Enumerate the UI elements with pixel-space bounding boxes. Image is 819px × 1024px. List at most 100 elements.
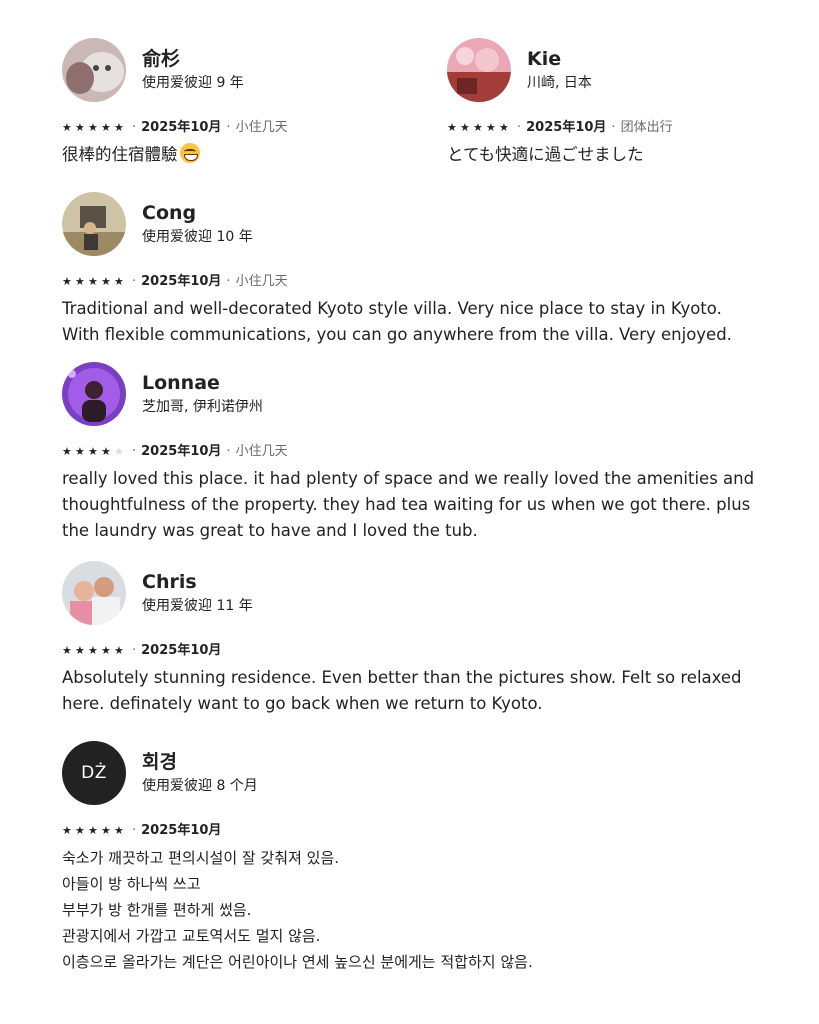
star-rating: ★ ★ ★ ★ ★	[62, 825, 127, 837]
separator: ·	[132, 274, 137, 289]
separator: ·	[517, 120, 522, 135]
review-line: 이층으로 올라가는 계단은 어린아이나 연세 높으신 분에게는 적합하지 않음.	[62, 953, 533, 971]
review-text: Traditional and well-decorated Kyoto sty…	[62, 296, 802, 348]
review-text: Absolutely stunning residence. Even bett…	[62, 665, 802, 717]
review-meta: ★ ★ ★ ★ ★ · 2025年10月	[62, 642, 802, 660]
separator: ·	[226, 120, 231, 135]
star-rating: ★ ★ ★ ★ ★	[62, 446, 127, 458]
review-meta: ★ ★ ★ ★ ★ · 2025年10月	[62, 822, 802, 840]
star-icon: ★	[75, 824, 85, 837]
avatar[interactable]	[447, 38, 511, 102]
review-line: thoughtfulness of the property. they had…	[62, 495, 751, 514]
separator: ·	[611, 120, 616, 135]
grinning-emoji-icon	[179, 143, 200, 163]
star-icon: ★	[62, 824, 72, 837]
review-date: 2025年10月	[141, 120, 222, 135]
star-rating: ★ ★ ★ ★ ★	[62, 122, 127, 134]
star-icon: ★	[88, 824, 98, 837]
star-icon: ★	[114, 824, 124, 837]
review-line: 관광지에서 가깝고 교토역서도 멀지 않음.	[62, 927, 321, 945]
star-icon: ★	[62, 644, 72, 657]
reviewer-subtitle: 芝加哥, 伊利诺伊州	[142, 399, 263, 415]
star-icon: ★	[447, 121, 457, 134]
review-date: 2025年10月	[141, 444, 222, 459]
reviewer-subtitle: 使用爱彼迎 11 年	[142, 598, 253, 614]
stay-type: 小住几天	[235, 120, 288, 135]
reviewer-subtitle: 使用爱彼迎 10 年	[142, 229, 253, 245]
separator: ·	[132, 444, 137, 459]
stay-type: 团体出行	[620, 120, 673, 135]
review-line: 부부가 방 한개를 편하게 썼음.	[62, 901, 252, 919]
review-date: 2025年10月	[141, 274, 222, 289]
star-rating: ★ ★ ★ ★ ★	[62, 645, 127, 657]
star-icon: ★	[101, 275, 111, 288]
review-meta: ★ ★ ★ ★ ★ · 2025年10月 · 小住几天	[62, 443, 802, 461]
star-icon: ★	[75, 644, 85, 657]
review-card: Cong 使用爱彼迎 10 年 ★ ★ ★ ★ ★ · 2025年10月 · 小住几天 …	[62, 192, 802, 348]
review-card: 俞杉 使用爱彼迎 9 年 ★ ★ ★ ★ ★ · 2025年10月 · 小住几天 很棒的…	[62, 38, 432, 168]
review-line: the laundry was great to have and I love…	[62, 521, 478, 540]
avatar-initials[interactable]: DŻ	[62, 741, 126, 805]
star-icon: ★	[88, 275, 98, 288]
star-icon: ★	[101, 644, 111, 657]
star-icon: ★	[473, 121, 483, 134]
review-card: DŻ 회경 使用爱彼迎 8 个月 ★ ★ ★ ★ ★ · 2025年10月 숙소가 깨끗…	[62, 741, 802, 975]
star-icon: ★	[88, 445, 98, 458]
star-icon: ★	[114, 121, 124, 134]
review-line: とても快適に過ごせました	[447, 145, 644, 164]
star-rating: ★ ★ ★ ★ ★	[447, 122, 512, 134]
reviewer-name[interactable]: 회경	[142, 750, 258, 774]
star-icon: ★	[75, 121, 85, 134]
star-icon: ★	[486, 121, 496, 134]
review-line: really loved this place. it had plenty o…	[62, 469, 755, 488]
separator: ·	[226, 274, 231, 289]
review-line: 很棒的住宿體驗	[62, 145, 178, 164]
star-rating: ★ ★ ★ ★ ★	[62, 276, 127, 288]
star-icon: ★	[101, 445, 111, 458]
review-line: Traditional and well-decorated Kyoto sty…	[62, 299, 722, 318]
review-meta: ★ ★ ★ ★ ★ · 2025年10月 · 团体出行	[447, 119, 807, 137]
star-icon: ★	[114, 644, 124, 657]
star-icon: ★	[460, 121, 470, 134]
reviewer-name[interactable]: Kie	[527, 47, 592, 71]
star-icon: ★	[62, 445, 72, 458]
avatar[interactable]	[62, 38, 126, 102]
review-line: Absolutely stunning residence. Even bett…	[62, 668, 742, 687]
review-card: Chris 使用爱彼迎 11 年 ★ ★ ★ ★ ★ · 2025年10月 Absolu…	[62, 561, 802, 717]
avatar[interactable]	[62, 192, 126, 256]
review-text: 很棒的住宿體驗	[62, 142, 432, 168]
stay-type: 小住几天	[235, 274, 288, 289]
review-date: 2025年10月	[141, 643, 222, 658]
review-line: here. definately want to go back when we…	[62, 694, 543, 713]
separator: ·	[132, 120, 137, 135]
review-date: 2025年10月	[526, 120, 607, 135]
reviewer-name[interactable]: 俞杉	[142, 47, 244, 71]
review-date: 2025年10月	[141, 823, 222, 838]
reviewer-subtitle: 使用爱彼迎 9 年	[142, 75, 244, 91]
avatar[interactable]	[62, 561, 126, 625]
review-meta: ★ ★ ★ ★ ★ · 2025年10月 · 小住几天	[62, 119, 432, 137]
reviewer-name[interactable]: Cong	[142, 201, 253, 225]
separator: ·	[132, 643, 137, 658]
review-card: Lonnae 芝加哥, 伊利诺伊州 ★ ★ ★ ★ ★ · 2025年10月 · 小住几…	[62, 362, 802, 544]
star-empty-icon: ★	[114, 445, 124, 458]
review-text: really loved this place. it had plenty o…	[62, 466, 802, 544]
reviewer-subtitle: 使用爱彼迎 8 个月	[142, 778, 258, 794]
separator: ·	[132, 823, 137, 838]
star-icon: ★	[75, 275, 85, 288]
star-icon: ★	[88, 644, 98, 657]
avatar[interactable]	[62, 362, 126, 426]
star-icon: ★	[101, 824, 111, 837]
review-line: With flexible communications, you can go…	[62, 325, 732, 344]
reviewer-name[interactable]: Chris	[142, 570, 253, 594]
star-icon: ★	[62, 121, 72, 134]
star-icon: ★	[499, 121, 509, 134]
review-line: 숙소가 깨끗하고 편의시설이 잘 갖춰져 있음.	[62, 849, 340, 867]
star-icon: ★	[62, 275, 72, 288]
review-card: Kie 川崎, 日本 ★ ★ ★ ★ ★ · 2025年10月 · 团体出行 とても快適…	[447, 38, 807, 168]
star-icon: ★	[114, 275, 124, 288]
reviewer-name[interactable]: Lonnae	[142, 371, 263, 395]
reviewer-subtitle: 川崎, 日本	[527, 75, 592, 91]
review-meta: ★ ★ ★ ★ ★ · 2025年10月 · 小住几天	[62, 273, 802, 291]
star-icon: ★	[75, 445, 85, 458]
